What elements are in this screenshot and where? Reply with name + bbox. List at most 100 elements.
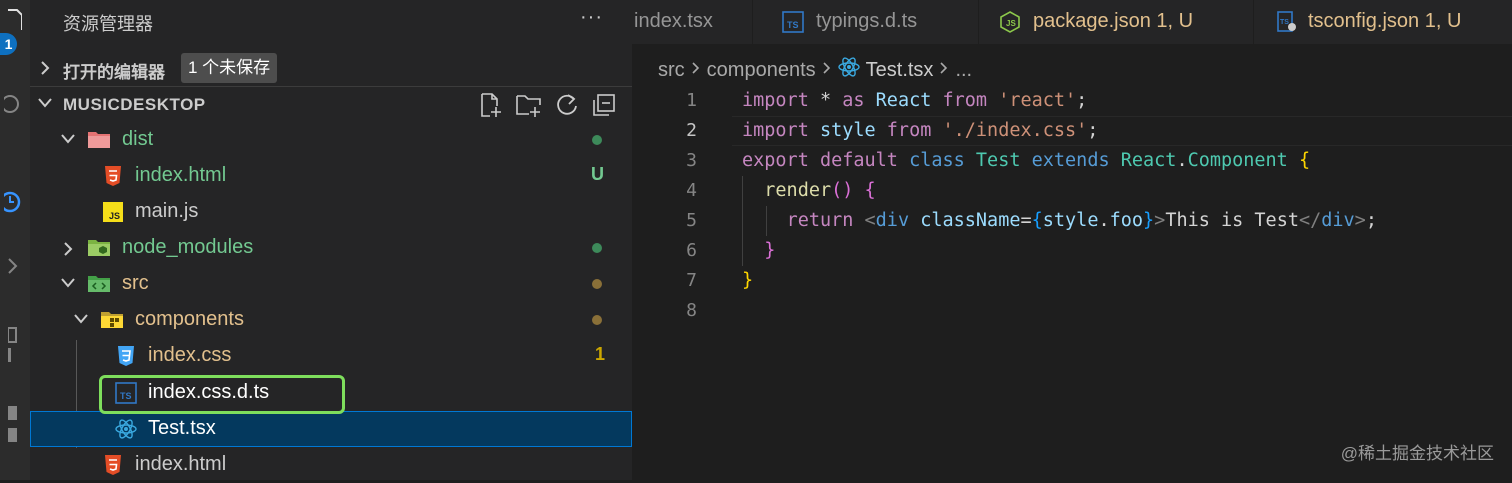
timeline-icon[interactable]: [0, 190, 30, 214]
open-editors-section[interactable]: 打开的编辑器 1 个未保存: [30, 50, 632, 86]
tree-item-src[interactable]: src: [30, 266, 632, 302]
editor-tabs: index.tsx TS typings.d.ts JS package.jso…: [632, 0, 1512, 44]
project-section[interactable]: MUSICDESKTOP: [30, 86, 632, 123]
problem-count: 1: [595, 344, 606, 364]
refresh-icon[interactable]: [554, 92, 580, 123]
tree-item-index-css[interactable]: index.css 1: [30, 338, 632, 374]
html-icon: [102, 165, 124, 187]
html-icon: [102, 454, 124, 476]
new-folder-icon[interactable]: [515, 92, 543, 123]
git-status-untracked: U: [591, 164, 604, 184]
folder-components-icon: [100, 309, 123, 331]
explorer-sidebar: 资源管理器 ··· 打开的编辑器 1 个未保存 MUSICDESKTOP dis…: [30, 0, 632, 480]
explorer-badge: 1: [0, 33, 17, 55]
tab-label: package.json 1, U: [1033, 10, 1194, 32]
line-number: 5: [686, 210, 697, 231]
svg-text:JS: JS: [109, 211, 120, 221]
code-text[interactable]: import style from './index.css';: [742, 116, 1098, 146]
chevron-down-icon: [59, 132, 77, 151]
tree-item-test-tsx[interactable]: Test.tsx: [30, 411, 632, 447]
open-editors-label: 打开的编辑器: [63, 63, 165, 82]
tree-item-node-modules[interactable]: node_modules: [30, 230, 632, 266]
tree-item-main-js[interactable]: JS main.js: [30, 194, 632, 230]
svg-text:JS: JS: [1006, 19, 1016, 28]
chevron-right-icon: [61, 240, 75, 263]
folder-src-icon: [87, 273, 110, 295]
search-icon[interactable]: [0, 92, 30, 116]
extensions-icon[interactable]: [0, 326, 30, 366]
line-number: 8: [686, 300, 697, 321]
chevron-right-icon: [38, 59, 52, 82]
tab-tsconfig-json[interactable]: TS tsconfig.json 1, U: [1254, 0, 1512, 44]
explorer-title: 资源管理器: [63, 14, 153, 34]
git-status-dot: [592, 135, 602, 145]
code-editor[interactable]: 1 import * as React from 'react'; 2 impo…: [632, 86, 1512, 480]
code-line: 1 import * as React from 'react';: [632, 86, 1512, 116]
tree-item-label: main.js: [135, 200, 199, 222]
project-name: MUSICDESKTOP: [63, 95, 206, 114]
breadcrumb-item[interactable]: ...: [955, 59, 972, 82]
tree-item-label: components: [135, 308, 244, 330]
git-status-dot: [592, 243, 602, 253]
tree-item-label: node_modules: [122, 236, 254, 258]
new-file-icon[interactable]: [478, 92, 504, 123]
breadcrumb-item[interactable]: src: [658, 59, 685, 82]
tsconfig-icon: TS: [1276, 11, 1298, 33]
code-line: 7 }: [632, 266, 1512, 296]
code-text[interactable]: return <div className={style.foo}>This i…: [742, 206, 1377, 236]
project-actions: [478, 92, 617, 123]
svg-text:TS: TS: [787, 20, 799, 30]
line-number: 3: [686, 150, 697, 171]
code-line: 5 return <div className={style.foo}>This…: [632, 206, 1512, 236]
tree-item-label: dist: [122, 128, 154, 150]
js-icon: JS: [102, 201, 124, 223]
more-actions-icon[interactable]: ···: [580, 6, 603, 29]
tree-item-index-html[interactable]: index.html U: [30, 158, 632, 194]
code-text[interactable]: }: [742, 236, 775, 266]
tab-label: tsconfig.json 1, U: [1308, 10, 1462, 32]
run-debug-icon[interactable]: [0, 256, 30, 276]
green-highlight-box: [99, 375, 345, 414]
line-number: 4: [686, 180, 697, 201]
unsaved-badge: 1 个未保存: [181, 53, 278, 83]
tree-item-label: index.html: [135, 453, 227, 475]
tree-item-label: index.html: [135, 164, 227, 186]
css-icon: [115, 345, 137, 367]
tab-typings-d-ts[interactable]: TS typings.d.ts: [762, 0, 979, 44]
code-line: 2 import style from './index.css';: [632, 116, 1512, 146]
files-icon[interactable]: [0, 8, 30, 30]
collapse-all-icon[interactable]: [591, 92, 617, 123]
tab-index-tsx[interactable]: index.tsx: [632, 0, 753, 44]
code-text[interactable]: export default class Test extends React.…: [742, 146, 1310, 176]
tree-item-dist[interactable]: dist: [30, 122, 632, 158]
react-icon: [115, 418, 137, 440]
chevron-right-icon: [822, 59, 832, 82]
chevron-down-icon: [59, 276, 77, 295]
svg-text:TS: TS: [1280, 19, 1289, 26]
breadcrumb-item[interactable]: Test.tsx: [866, 59, 934, 82]
tree-item-label: Test.tsx: [148, 417, 216, 439]
code-text[interactable]: render() {: [742, 176, 875, 206]
chevron-down-icon: [72, 312, 90, 331]
chevron-down-icon: [36, 96, 54, 115]
code-text[interactable]: }: [742, 266, 753, 296]
watermark-text: @稀土掘金技术社区: [1340, 444, 1494, 463]
react-icon: [837, 56, 860, 84]
nodejs-icon: JS: [999, 11, 1021, 33]
tree-item-index-html-2[interactable]: index.html: [30, 447, 632, 483]
line-number: 2: [686, 120, 697, 141]
chevron-right-icon: [691, 59, 701, 82]
folder-dist-icon: [87, 129, 110, 151]
tab-package-json[interactable]: JS package.json 1, U: [979, 0, 1254, 44]
tab-label: index.tsx: [634, 10, 713, 32]
git-status-dot: [592, 315, 602, 325]
code-text[interactable]: import * as React from 'react';: [742, 86, 1087, 116]
breadcrumb: src components Test.tsx ...: [658, 56, 972, 84]
line-number: 7: [686, 270, 697, 291]
tree-item-label: src: [122, 272, 149, 294]
code-line: 3 export default class Test extends Reac…: [632, 146, 1512, 176]
tree-item-label: index.css: [148, 344, 232, 366]
breadcrumb-item[interactable]: components: [707, 59, 816, 82]
tree-item-components[interactable]: components: [30, 302, 632, 338]
remote-explorer-icon[interactable]: [0, 406, 30, 446]
